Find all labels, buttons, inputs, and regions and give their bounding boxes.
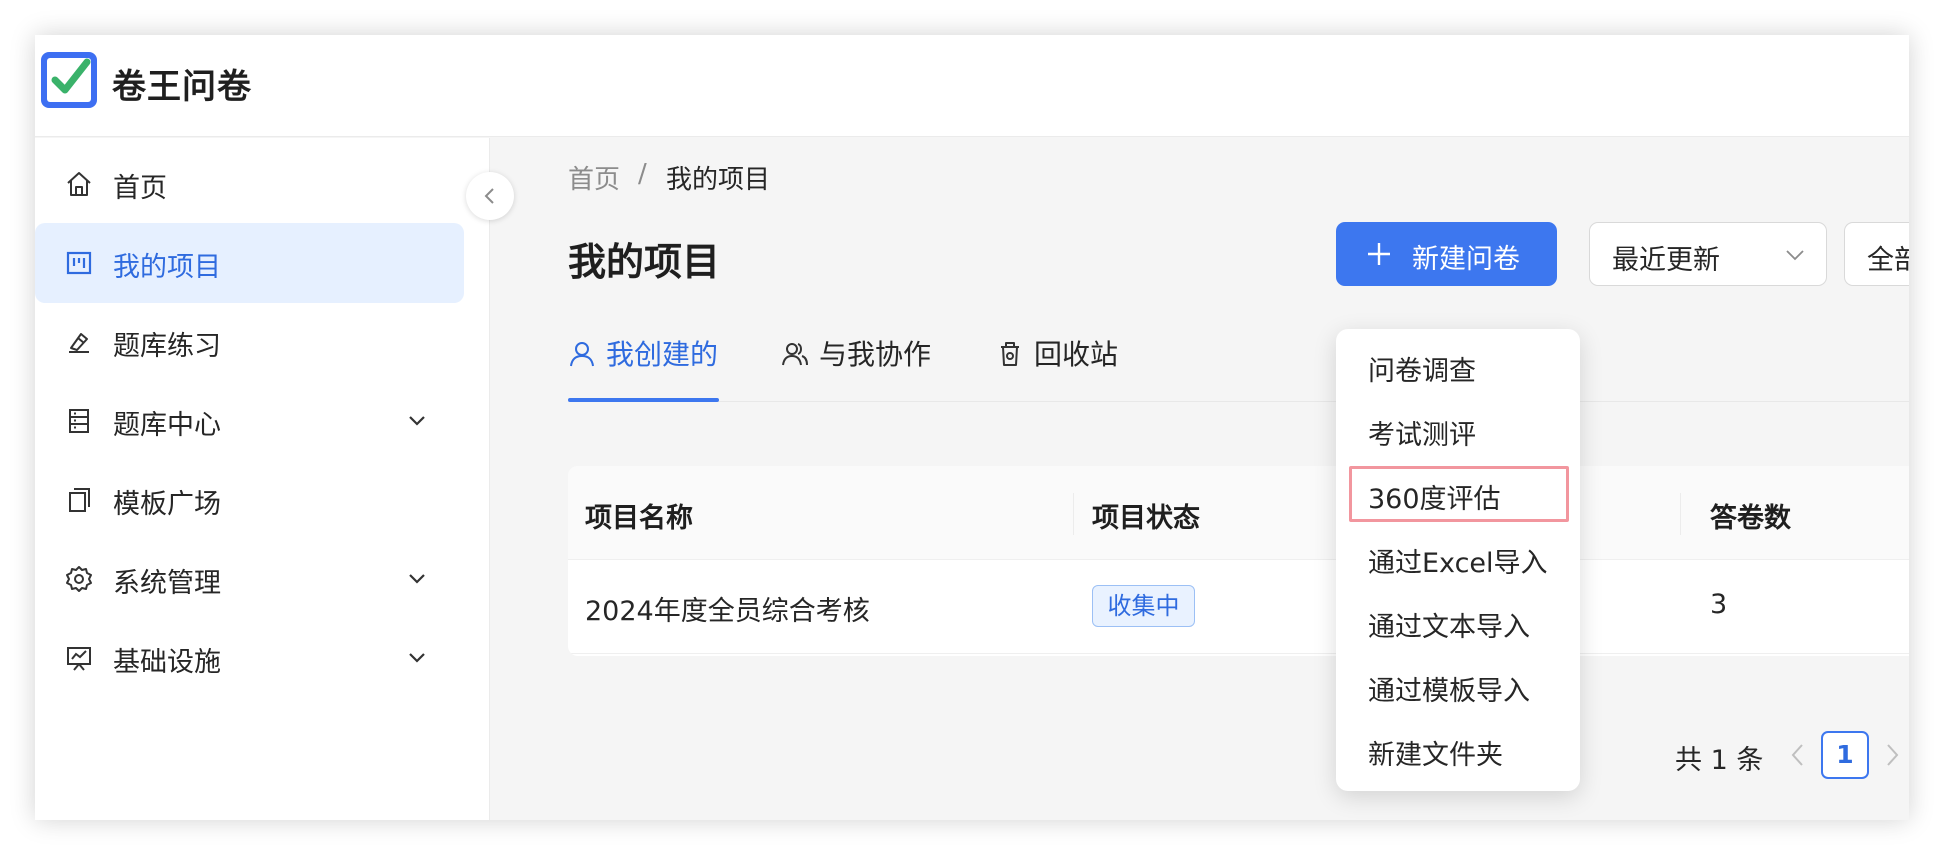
sidebar-collapse-button[interactable]	[466, 172, 514, 220]
filter-select-value: 全部	[1867, 245, 1909, 276]
breadcrumb-home[interactable]: 首页	[568, 159, 620, 196]
pen-icon	[69, 333, 89, 353]
users-icon	[782, 343, 808, 366]
sidebar-item-label: 题库练习	[113, 331, 221, 362]
column-divider	[1680, 493, 1681, 535]
sidebar-item-home[interactable]: 首页	[35, 144, 464, 224]
trash-icon	[1001, 342, 1019, 366]
menu-item-text-import[interactable]: 通过文本导入	[1368, 605, 1530, 644]
column-header-status: 项目状态	[1092, 503, 1200, 534]
sidebar-item-infrastructure[interactable]: 基础设施	[35, 618, 464, 698]
tab-label: 与我协作	[819, 338, 932, 371]
menu-item-new-folder[interactable]: 新建文件夹	[1368, 733, 1503, 772]
chevron-left-icon	[484, 188, 494, 204]
library-icon	[69, 409, 89, 433]
pagination-total: 共 1 条	[1675, 745, 1764, 776]
page-title: 我的项目	[568, 240, 721, 284]
tab-label: 回收站	[1034, 338, 1119, 371]
chevron-right-icon[interactable]	[1881, 742, 1903, 768]
new-survey-dropdown: 问卷调查 考试测评 360度评估 通过Excel导入 通过文本导入 通过模板导入…	[1336, 329, 1580, 791]
menu-item-template-import[interactable]: 通过模板导入	[1368, 669, 1530, 708]
sidebar-item-question-library[interactable]: 题库中心	[35, 381, 464, 461]
column-divider	[1073, 493, 1074, 535]
sidebar: 首页 我的项目 题库练习 题库中心 模板广场 系统管理 基础设施	[35, 138, 490, 820]
breadcrumb-current: 我的项目	[666, 165, 771, 195]
sidebar-item-label: 模板广场	[113, 489, 221, 520]
sidebar-item-template-square[interactable]: 模板广场	[35, 460, 464, 540]
sidebar-item-label: 我的项目	[113, 252, 221, 283]
menu-item-excel-import[interactable]: 通过Excel导入	[1368, 541, 1548, 580]
chevron-down-icon	[1786, 250, 1804, 261]
menu-item-exam[interactable]: 考试测评	[1368, 413, 1476, 452]
pagination-page[interactable]: 1	[1821, 731, 1869, 779]
filter-select[interactable]: 全部	[1844, 222, 1909, 286]
chevron-left-icon[interactable]	[1787, 742, 1809, 768]
tab-label: 我创建的	[606, 338, 719, 371]
sidebar-item-question-practice[interactable]: 题库练习	[35, 302, 464, 382]
sidebar-item-my-projects[interactable]: 我的项目	[35, 223, 464, 303]
home-icon	[67, 172, 91, 196]
tabs-divider	[568, 401, 1909, 402]
logo-icon	[41, 52, 97, 108]
new-survey-button[interactable]: 新建问卷	[1336, 222, 1557, 286]
project-icon	[66, 251, 92, 275]
active-tab-indicator	[568, 398, 719, 402]
row-divider	[568, 653, 1909, 654]
infrastructure-icon	[67, 647, 91, 671]
chevron-down-icon	[409, 653, 425, 663]
column-header-answers: 答卷数	[1710, 503, 1791, 534]
menu-item-360-evaluation[interactable]: 360度评估	[1368, 477, 1501, 516]
sort-select-value: 最近更新	[1612, 245, 1720, 276]
sort-select[interactable]: 最近更新	[1589, 222, 1827, 286]
sidebar-item-label: 系统管理	[113, 568, 221, 599]
new-survey-label: 新建问卷	[1412, 244, 1520, 275]
column-header-name: 项目名称	[585, 503, 693, 534]
table-header: 项目名称 项目状态 答卷数	[568, 466, 1909, 560]
user-icon	[570, 342, 594, 367]
sidebar-item-label: 题库中心	[113, 410, 221, 441]
status-badge: 收集中	[1092, 585, 1195, 627]
sidebar-item-system-management[interactable]: 系统管理	[35, 539, 464, 619]
sidebar-item-label: 基础设施	[113, 647, 221, 678]
project-name[interactable]: 2024年度全员综合考核	[585, 589, 870, 628]
template-icon	[69, 488, 90, 512]
sidebar-item-label: 首页	[113, 173, 167, 204]
project-table: 项目名称 项目状态 答卷数 2024年度全员综合考核 收集中 3	[568, 466, 1909, 656]
answer-count: 3	[1710, 589, 1728, 620]
chevron-down-icon	[409, 416, 425, 426]
app-title: 卷王问卷	[112, 67, 252, 107]
gear-icon	[66, 566, 92, 592]
breadcrumb-separator: /	[638, 159, 647, 189]
menu-item-survey[interactable]: 问卷调查	[1368, 349, 1476, 388]
top-bar: 卷王问卷	[35, 35, 1909, 137]
plus-icon	[1368, 243, 1390, 265]
chevron-down-icon	[409, 574, 425, 584]
app-window: 卷王问卷 首页 我的项目 题库练习 题库中心 模板广场 系统管理 基础设施 首页…	[35, 35, 1909, 820]
